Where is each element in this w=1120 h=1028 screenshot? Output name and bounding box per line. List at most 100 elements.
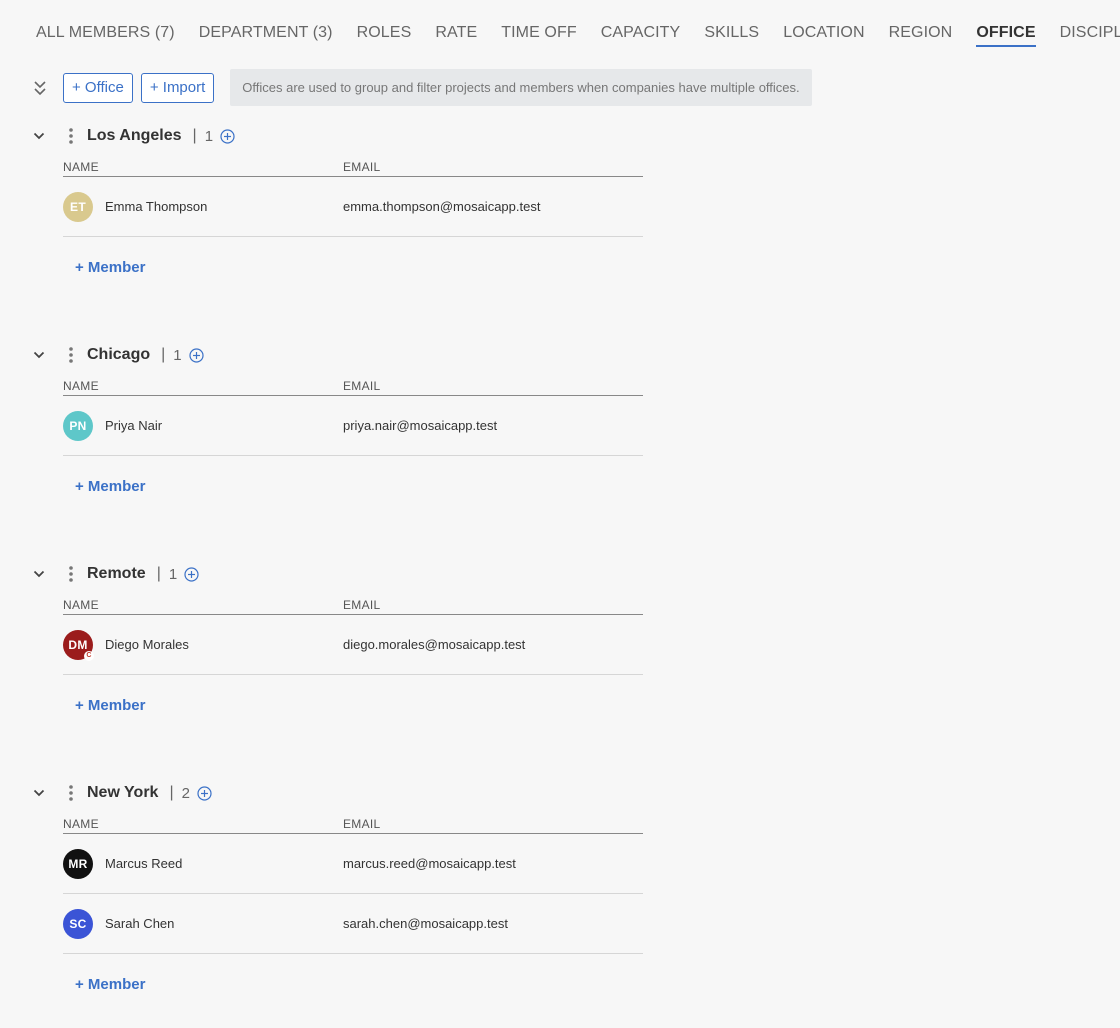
add-circle-icon[interactable]	[220, 128, 235, 144]
column-header: NAME EMAIL	[63, 160, 643, 177]
member-email: diego.morales@mosaicapp.test	[343, 637, 526, 652]
tab-department[interactable]: DEPARTMENT (3)	[199, 24, 333, 45]
member-name-cell: SC Sarah Chen	[63, 908, 343, 939]
add-member-button[interactable]: + Member	[75, 697, 145, 714]
group-header: Chicago | 1	[30, 344, 650, 366]
group-name: Chicago	[87, 346, 151, 363]
group-name: New York	[87, 784, 159, 801]
avatar: SC	[63, 908, 93, 939]
member-name: Emma Thompson	[105, 199, 208, 214]
member-name-cell: ET Emma Thompson	[63, 191, 343, 222]
office-group-remote: Remote | 1 NAME EMAIL DM C Diego Morales…	[30, 563, 650, 715]
column-header: NAME EMAIL	[63, 379, 643, 396]
group-name: Los Angeles	[87, 127, 182, 144]
tab-location[interactable]: LOCATION	[783, 24, 864, 45]
table-row[interactable]: DM C Diego Morales diego.morales@mosaica…	[63, 615, 643, 675]
collapse-all-icon[interactable]	[30, 78, 50, 98]
tab-time-off[interactable]: TIME OFF	[501, 24, 576, 45]
avatar-initials: SC	[69, 916, 87, 931]
group-header: New York | 2	[30, 782, 650, 804]
member-name-cell: MR Marcus Reed	[63, 848, 343, 879]
add-office-button[interactable]: + Office	[63, 72, 133, 103]
member-rows: DM C Diego Morales diego.morales@mosaica…	[30, 615, 650, 675]
member-name: Sarah Chen	[105, 916, 175, 931]
tab-discipline[interactable]: DISCIPLINE	[1060, 24, 1120, 45]
column-email-header: EMAIL	[343, 160, 381, 174]
member-email: marcus.reed@mosaicapp.test	[343, 856, 516, 871]
group-separator: |	[161, 346, 166, 363]
column-name-header: NAME	[63, 160, 99, 174]
column-name-header: NAME	[63, 598, 99, 612]
table-row[interactable]: PN Priya Nair priya.nair@mosaicapp.test	[63, 396, 643, 456]
tab-rate[interactable]: RATE	[435, 24, 477, 45]
group-count: 1	[168, 565, 178, 583]
contractor-badge: C	[84, 650, 94, 661]
group-count: 2	[181, 784, 190, 802]
member-name: Priya Nair	[105, 418, 163, 433]
avatar: ET	[63, 191, 93, 222]
chevron-down-icon[interactable]	[30, 565, 48, 583]
member-name-cell: DM C Diego Morales	[63, 629, 343, 661]
add-circle-icon[interactable]	[189, 347, 204, 363]
tab-office[interactable]: OFFICE	[976, 24, 1036, 47]
group-separator: |	[156, 565, 161, 582]
avatar-initials: MR	[68, 856, 88, 871]
avatar: PN	[63, 410, 93, 441]
avatar-initials: PN	[69, 418, 87, 433]
group-count: 1	[173, 346, 182, 364]
column-email-header: EMAIL	[343, 379, 381, 393]
tab-all-members[interactable]: ALL MEMBERS (7)	[36, 24, 175, 45]
tab-roles[interactable]: ROLES	[357, 24, 412, 45]
toolbar: + Office + Import Offices are used to gr…	[30, 69, 812, 106]
column-email-header: EMAIL	[343, 598, 381, 612]
member-name-cell: PN Priya Nair	[63, 410, 343, 441]
add-member-button[interactable]: + Member	[75, 976, 145, 993]
group-separator: |	[169, 784, 174, 801]
chevron-down-icon[interactable]	[30, 127, 48, 145]
member-name: Diego Morales	[105, 637, 189, 652]
avatar: MR	[63, 848, 93, 879]
tab-skills[interactable]: SKILLS	[704, 24, 759, 45]
column-name-header: NAME	[63, 817, 99, 831]
member-email: emma.thompson@mosaicapp.test	[343, 199, 541, 214]
member-rows: MR Marcus Reed marcus.reed@mosaicapp.tes…	[30, 834, 650, 954]
office-group-chicago: Chicago | 1 NAME EMAIL PN Priya Nair pri…	[30, 344, 650, 496]
tab-region[interactable]: REGION	[889, 24, 953, 45]
info-banner: Offices are used to group and filter pro…	[230, 69, 812, 106]
tab-bar: ALL MEMBERS (7) DEPARTMENT (3) ROLES RAT…	[36, 24, 1120, 47]
table-row[interactable]: MR Marcus Reed marcus.reed@mosaicapp.tes…	[63, 834, 643, 894]
member-email: sarah.chen@mosaicapp.test	[343, 916, 508, 931]
office-group-new-york: New York | 2 NAME EMAIL MR Marcus Reed m…	[30, 782, 650, 994]
group-header: Remote | 1	[30, 563, 650, 585]
chevron-down-icon[interactable]	[30, 784, 48, 802]
avatar-initials: ET	[70, 199, 86, 214]
add-circle-icon[interactable]	[184, 566, 199, 582]
avatar: DM C	[63, 629, 94, 661]
more-options-icon[interactable]	[66, 345, 76, 365]
avatar-initials: DM	[68, 637, 88, 652]
column-header: NAME EMAIL	[63, 817, 643, 834]
group-name: Remote	[87, 565, 146, 582]
add-circle-icon[interactable]	[197, 785, 212, 801]
tab-capacity[interactable]: CAPACITY	[601, 24, 681, 45]
column-header: NAME EMAIL	[63, 598, 643, 615]
add-member-button[interactable]: + Member	[75, 478, 145, 495]
table-row[interactable]: ET Emma Thompson emma.thompson@mosaicapp…	[63, 177, 643, 237]
office-group-los-angeles: Los Angeles | 1 NAME EMAIL ET Emma Thomp…	[30, 125, 650, 277]
member-email: priya.nair@mosaicapp.test	[343, 418, 498, 433]
more-options-icon[interactable]	[66, 126, 76, 146]
member-rows: ET Emma Thompson emma.thompson@mosaicapp…	[30, 177, 650, 237]
more-options-icon[interactable]	[66, 783, 76, 803]
column-name-header: NAME	[63, 379, 99, 393]
chevron-down-icon[interactable]	[30, 346, 48, 364]
import-button[interactable]: + Import	[140, 72, 215, 103]
member-name: Marcus Reed	[105, 856, 183, 871]
more-options-icon[interactable]	[66, 564, 76, 584]
group-separator: |	[192, 127, 197, 144]
column-email-header: EMAIL	[343, 817, 381, 831]
group-header: Los Angeles | 1	[30, 125, 650, 147]
table-row[interactable]: SC Sarah Chen sarah.chen@mosaicapp.test	[63, 894, 643, 954]
member-rows: PN Priya Nair priya.nair@mosaicapp.test	[30, 396, 650, 456]
group-count: 1	[204, 127, 214, 145]
add-member-button[interactable]: + Member	[75, 259, 145, 276]
